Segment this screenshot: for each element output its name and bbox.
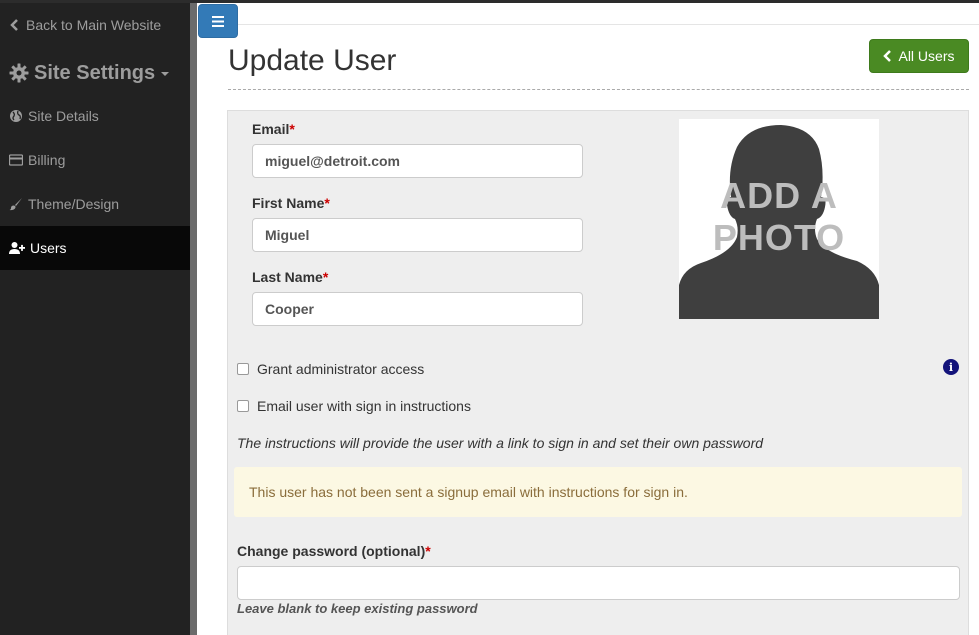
- back-to-main-link[interactable]: Back to Main Website: [0, 3, 190, 47]
- sidebar-item-label: Site Details: [28, 108, 99, 124]
- grant-admin-label: Grant administrator access: [257, 361, 425, 377]
- sidebar-item-site-details[interactable]: Site Details: [0, 94, 190, 138]
- user-plus-icon: [9, 242, 25, 254]
- required-marker: *: [289, 121, 295, 137]
- required-marker: *: [322, 269, 329, 285]
- email-instructions-checkbox[interactable]: [237, 400, 249, 412]
- instructions-note: The instructions will provide the user w…: [237, 435, 764, 451]
- email-field[interactable]: miguel@detroit.com: [252, 144, 583, 178]
- header-divider: [238, 24, 979, 25]
- email-instructions-label: Email user with sign in instructions: [257, 398, 471, 414]
- sidebar-item-users[interactable]: Users: [0, 226, 190, 270]
- add-photo-button[interactable]: ADD A PHOTO: [679, 119, 879, 319]
- first-name-field[interactable]: Miguel: [252, 218, 583, 252]
- password-label: Change password (optional)*: [237, 543, 431, 559]
- info-icon[interactable]: i: [943, 359, 959, 375]
- caret-down-icon: [161, 72, 170, 76]
- email-instructions-option[interactable]: Email user with sign in instructions: [237, 398, 471, 414]
- sidebar-item-label: Billing: [28, 152, 66, 168]
- credit-card-icon: [9, 154, 23, 166]
- sidebar-item-label: Users: [30, 240, 67, 256]
- sidebar: Back to Main Website Site Settings Site …: [0, 3, 190, 635]
- paint-brush-icon: [9, 198, 22, 211]
- sidebar-item-billing[interactable]: Billing: [0, 138, 190, 182]
- sidebar-item-label: Theme/Design: [28, 196, 120, 212]
- page-title: Update User: [228, 44, 397, 77]
- site-settings-dropdown[interactable]: Site Settings: [0, 49, 190, 97]
- password-field[interactable]: [237, 566, 960, 600]
- sidebar-item-theme-design[interactable]: Theme/Design: [0, 182, 190, 226]
- last-name-field[interactable]: Cooper: [252, 292, 583, 326]
- hamburger-icon: [212, 15, 224, 27]
- all-users-label: All Users: [898, 48, 955, 64]
- email-label: Email*: [252, 121, 295, 137]
- globe-icon: [10, 110, 22, 122]
- gear-icon: [9, 63, 29, 83]
- password-help-text: Leave blank to keep existing password: [237, 601, 478, 616]
- chevron-left-icon: [883, 50, 892, 62]
- add-photo-text: ADD A PHOTO: [712, 175, 846, 258]
- signup-warning-alert: This user has not been sent a signup ema…: [234, 467, 962, 517]
- first-name-label: First Name*: [252, 195, 330, 211]
- required-marker: *: [425, 543, 431, 559]
- back-to-main-label: Back to Main Website: [26, 17, 162, 33]
- menu-toggle-button[interactable]: [198, 4, 238, 38]
- grant-admin-checkbox[interactable]: [237, 363, 249, 375]
- site-settings-label: Site Settings: [34, 61, 156, 84]
- chevron-left-icon: [10, 19, 18, 31]
- grant-admin-option[interactable]: Grant administrator access: [237, 361, 424, 377]
- sidebar-scrollbar[interactable]: [190, 3, 197, 635]
- alert-text: This user has not been sent a signup ema…: [249, 484, 688, 500]
- required-marker: *: [324, 195, 330, 211]
- all-users-button[interactable]: All Users: [869, 39, 969, 73]
- title-dashed-divider: [228, 89, 969, 90]
- last-name-label: Last Name*: [252, 269, 329, 285]
